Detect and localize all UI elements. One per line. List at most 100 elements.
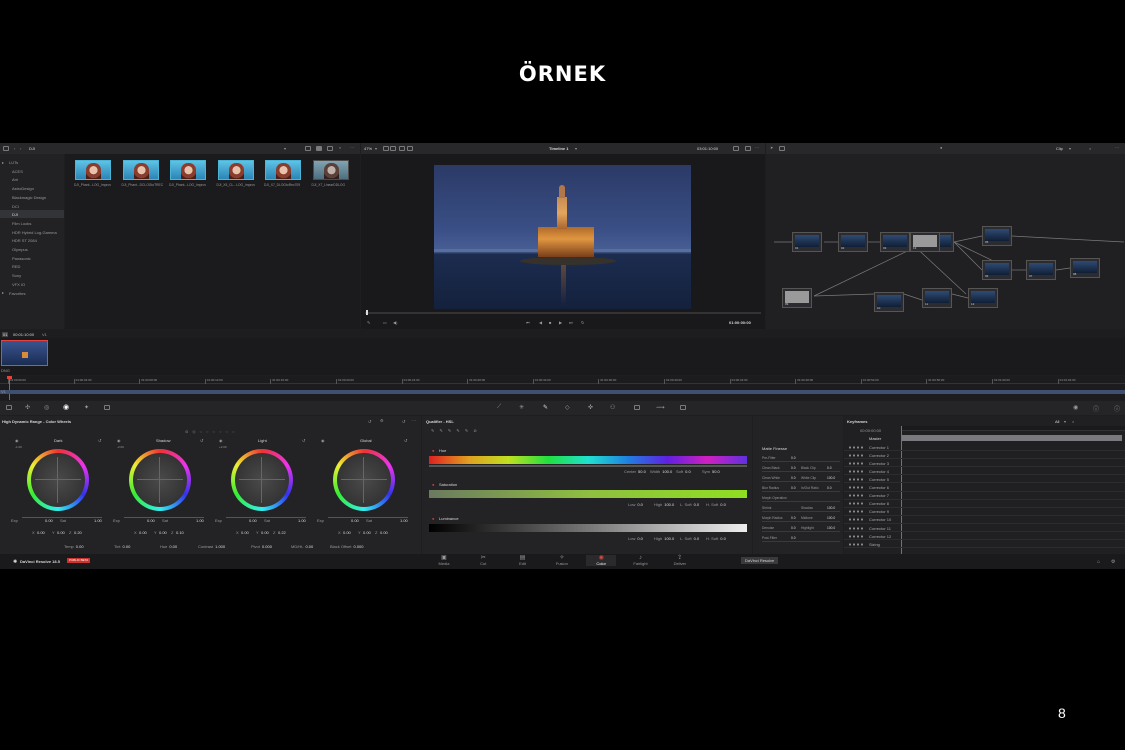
keyframes-filter[interactable]: All	[1055, 419, 1059, 424]
wheels-settings-icon[interactable]: ⚙	[380, 418, 384, 423]
field-value[interactable]: 0.0	[694, 502, 700, 507]
forward-icon[interactable]: ›	[20, 146, 21, 151]
field-value[interactable]: 0.0	[720, 502, 726, 507]
luminance-lsoft-field[interactable]: L. Soft 0.0	[680, 536, 699, 541]
clip-thumbnail[interactable]	[1, 340, 48, 366]
playhead[interactable]	[9, 376, 10, 400]
viewer-fullscreen-icon[interactable]	[745, 146, 751, 151]
z-value[interactable]: 0.10	[176, 530, 184, 535]
field-value[interactable]: 100.0	[664, 536, 674, 541]
qualifier-icon[interactable]: ✎	[543, 404, 548, 411]
page-tab-deliver[interactable]: ⇪ Deliver	[665, 555, 695, 566]
keyframe-row[interactable]: Sizing	[844, 540, 1125, 549]
wheel-bottom-field[interactable]: Black Offset 0.000	[330, 544, 364, 549]
rgb-mixer-icon[interactable]: ✦	[84, 404, 89, 411]
x-value[interactable]: 0.00	[343, 530, 351, 535]
node-hand-icon[interactable]	[779, 146, 785, 151]
matte-value[interactable]: 0.0	[827, 486, 832, 490]
keyframe-row-controls[interactable]	[848, 461, 864, 465]
field-value[interactable]: 0.0	[720, 536, 726, 541]
color-node[interactable]: 07	[1026, 260, 1056, 280]
keyframe-row-controls[interactable]	[848, 518, 864, 522]
gallery-still-icon[interactable]	[733, 146, 739, 151]
blur-icon[interactable]	[634, 405, 640, 410]
wheel-bottom-field[interactable]: Tint 0.00	[114, 544, 130, 549]
luminance-high-field[interactable]: High 100.0	[654, 536, 674, 541]
field-value[interactable]: 0.00	[76, 544, 84, 549]
play-icon[interactable]: ▶	[559, 320, 562, 325]
lut-tree-item[interactable]: ▸ Favorites	[0, 289, 64, 297]
page-tab-fairlight[interactable]: ♪ Fairlight	[626, 555, 656, 566]
hue-soft-field[interactable]: Soft 0.0	[676, 469, 691, 474]
luminance-slider[interactable]	[429, 524, 747, 532]
motion-effects-icon[interactable]	[104, 405, 110, 410]
matte-value[interactable]: 0.0	[791, 516, 796, 520]
lut-tree-item[interactable]: Olympus	[0, 245, 64, 253]
sat-value[interactable]: 1.00	[94, 518, 102, 523]
keyframe-row[interactable]: Corrector 2	[844, 451, 1125, 460]
wipe-icon[interactable]	[390, 146, 396, 151]
keyframe-row[interactable]: Corrector 6	[844, 484, 1125, 492]
field-value[interactable]: 0.0	[685, 469, 691, 474]
primaries-icon[interactable]: ◎	[44, 404, 49, 411]
color-node[interactable]: 09	[782, 288, 812, 308]
viewer-image[interactable]	[434, 165, 691, 309]
saturation-enable-dot[interactable]: ●	[432, 482, 434, 487]
hue-sym-field[interactable]: Sym 50.0	[702, 469, 720, 474]
y-value[interactable]: 0.00	[261, 530, 269, 535]
lut-tree-item[interactable]: HDR Hybrid Log-Gamma	[0, 228, 64, 236]
keyframe-row-controls[interactable]	[848, 469, 864, 473]
keyframe-row-controls[interactable]	[848, 502, 864, 506]
curves-icon[interactable]: ⟋	[497, 404, 501, 411]
field-value[interactable]: 0.0	[637, 502, 643, 507]
viewer-loop-icon[interactable]: ▭	[383, 320, 387, 325]
exp-value[interactable]: 0.00	[45, 518, 53, 523]
node-mode[interactable]: Clip	[1056, 146, 1063, 151]
viewer-tool-icon[interactable]: ✎	[367, 320, 370, 325]
sidebar-toggle-icon[interactable]	[3, 146, 9, 151]
matte-value[interactable]: 0.0	[827, 466, 832, 470]
keyframe-row-controls[interactable]	[848, 477, 864, 481]
more-options-icon[interactable]: ···	[350, 145, 354, 150]
camera-raw-icon[interactable]	[6, 405, 12, 410]
lut-tree-item[interactable]: AstroDesign	[0, 184, 64, 192]
info-icon[interactable]: ⓘ	[1093, 404, 1099, 413]
volume-icon[interactable]: ◀)	[393, 320, 397, 325]
viewer-zoom[interactable]: 47%	[364, 146, 372, 151]
home-icon[interactable]: ⌂	[1097, 559, 1100, 565]
wheel-reset-icon[interactable]: ↺	[200, 438, 203, 443]
lut-thumbnail[interactable]	[170, 160, 206, 180]
loop-icon[interactable]: ↻	[581, 320, 584, 325]
wheels-reset-icon[interactable]: ↺	[368, 419, 371, 424]
lightbox-icon[interactable]: ⓘ	[1114, 404, 1120, 413]
hue-center-field[interactable]: Center 50.0	[624, 469, 646, 474]
keyframe-row[interactable]: Corrector 11	[844, 524, 1125, 532]
color-wheel[interactable]	[333, 449, 395, 511]
matte-value[interactable]: 100.0	[827, 476, 835, 480]
keyframe-row-controls[interactable]	[848, 453, 864, 457]
color-node[interactable]: 13	[910, 232, 940, 252]
keyframe-row[interactable]: Corrector 9	[844, 508, 1125, 516]
lut-tree-item[interactable]: VFX IO	[0, 280, 64, 288]
matte-value[interactable]: 100.0	[827, 516, 835, 520]
split-screen-icon[interactable]	[399, 146, 405, 151]
node-mode-dropdown-icon[interactable]: ▾	[1069, 146, 1071, 151]
keyframe-row[interactable]: Corrector 3	[844, 459, 1125, 468]
color-node[interactable]: 02	[838, 232, 868, 252]
keyframe-row[interactable]: Corrector 1	[844, 443, 1125, 451]
list-view-icon[interactable]	[305, 146, 311, 151]
lut-thumbnail[interactable]	[122, 160, 159, 180]
stop-icon[interactable]: ■	[549, 320, 551, 325]
color-warper-icon[interactable]: ✳	[519, 404, 524, 411]
keyframe-row[interactable]: Corrector 12	[844, 532, 1125, 541]
field-value[interactable]: 0.00	[123, 544, 131, 549]
matte-value[interactable]: 0.0	[791, 476, 796, 480]
mini-timeline[interactable]: 01:00:00:00 01:00:04:00 01:00:08:00 01:00:1…	[0, 376, 1125, 400]
color-node[interactable]: 05	[982, 226, 1012, 246]
go-to-start-icon[interactable]: ⏮	[526, 320, 530, 325]
go-to-end-icon[interactable]: ⏭	[569, 320, 573, 325]
lut-thumbnail[interactable]	[75, 160, 111, 180]
sizing-icon[interactable]	[680, 405, 686, 410]
lut-tree-item[interactable]: Film Looks	[0, 219, 64, 227]
lut-tree-item[interactable]: Arri	[0, 175, 64, 183]
